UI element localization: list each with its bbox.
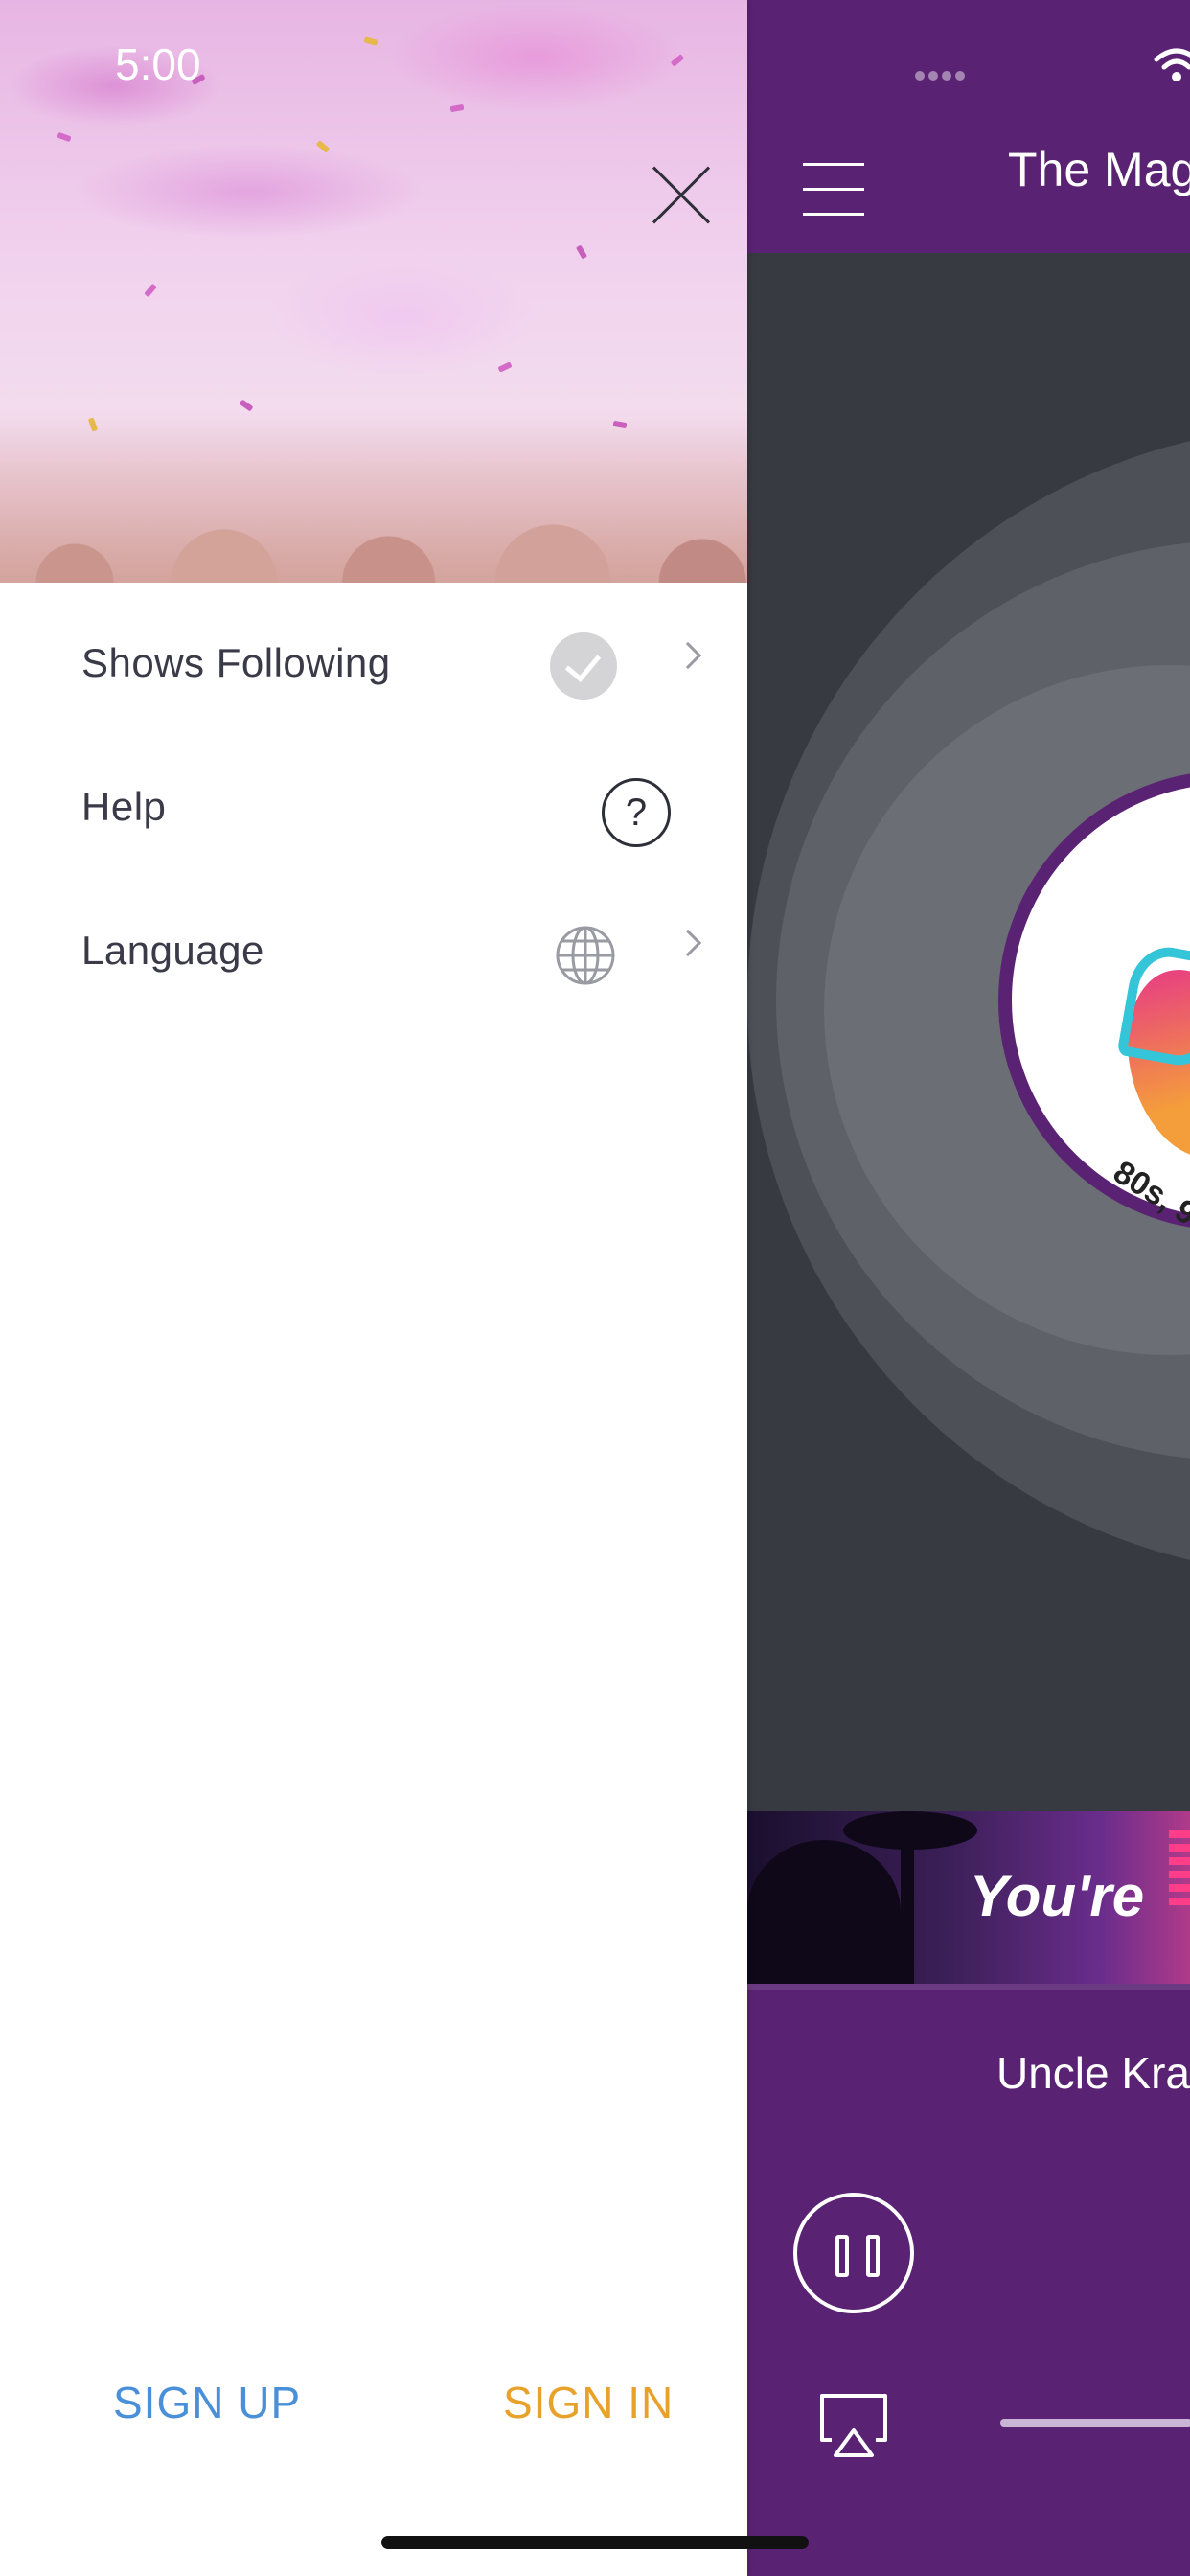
- chevron-right-icon: [674, 641, 702, 670]
- menu-item-label: Language: [81, 928, 264, 973]
- menu-item-label: Help: [81, 784, 167, 829]
- side-drawer: 5:00 Shows Following Help ? Language SIG…: [0, 0, 747, 2576]
- globe-icon: [556, 926, 615, 985]
- status-time: 5:00: [115, 39, 201, 89]
- hamburger-menu-icon[interactable]: [803, 163, 864, 217]
- signal-dot: [942, 71, 951, 80]
- banner-sun: [1169, 1830, 1190, 1907]
- check-circle-icon: [550, 632, 617, 700]
- station-title: The Mag: [1008, 143, 1190, 196]
- signal-dot: [928, 71, 938, 80]
- menu-item-label: Shows Following: [81, 640, 391, 685]
- status-icons: [915, 46, 1190, 84]
- progress-track[interactable]: [1000, 2419, 1190, 2426]
- help-circle-icon: ?: [602, 778, 671, 847]
- close-icon[interactable]: [648, 161, 715, 228]
- chevron-right-icon: [674, 929, 702, 957]
- drawer-hero-image: 5:00: [0, 0, 747, 583]
- sign-in-button[interactable]: SIGN IN: [503, 2377, 674, 2428]
- wifi-icon: [1154, 48, 1190, 81]
- promo-banner[interactable]: You're: [747, 1811, 1190, 1984]
- airplay-icon[interactable]: [816, 2392, 891, 2459]
- player-screen: The Mag 80s, 9 You're Uncle Kra: [747, 0, 1190, 2576]
- menu-item-help[interactable]: Help ?: [0, 748, 747, 862]
- palm-silhouette: [843, 1811, 977, 1850]
- crowd-silhouette: [0, 420, 747, 583]
- player-controls: Uncle Kra: [747, 1984, 1190, 2576]
- sign-up-button[interactable]: SIGN UP: [113, 2377, 301, 2428]
- banner-text: You're: [970, 1864, 1145, 1928]
- menu-item-shows-following[interactable]: Shows Following: [0, 604, 747, 719]
- signal-dot: [915, 71, 925, 80]
- menu-item-language[interactable]: Language: [0, 891, 747, 1006]
- palm-silhouette: [747, 1840, 901, 1984]
- app-header: The Mag: [747, 0, 1190, 253]
- home-indicator[interactable]: [381, 2536, 809, 2549]
- now-playing-title: Uncle Kra: [996, 2048, 1190, 2098]
- signal-dot: [955, 71, 965, 80]
- pause-button[interactable]: [793, 2193, 914, 2313]
